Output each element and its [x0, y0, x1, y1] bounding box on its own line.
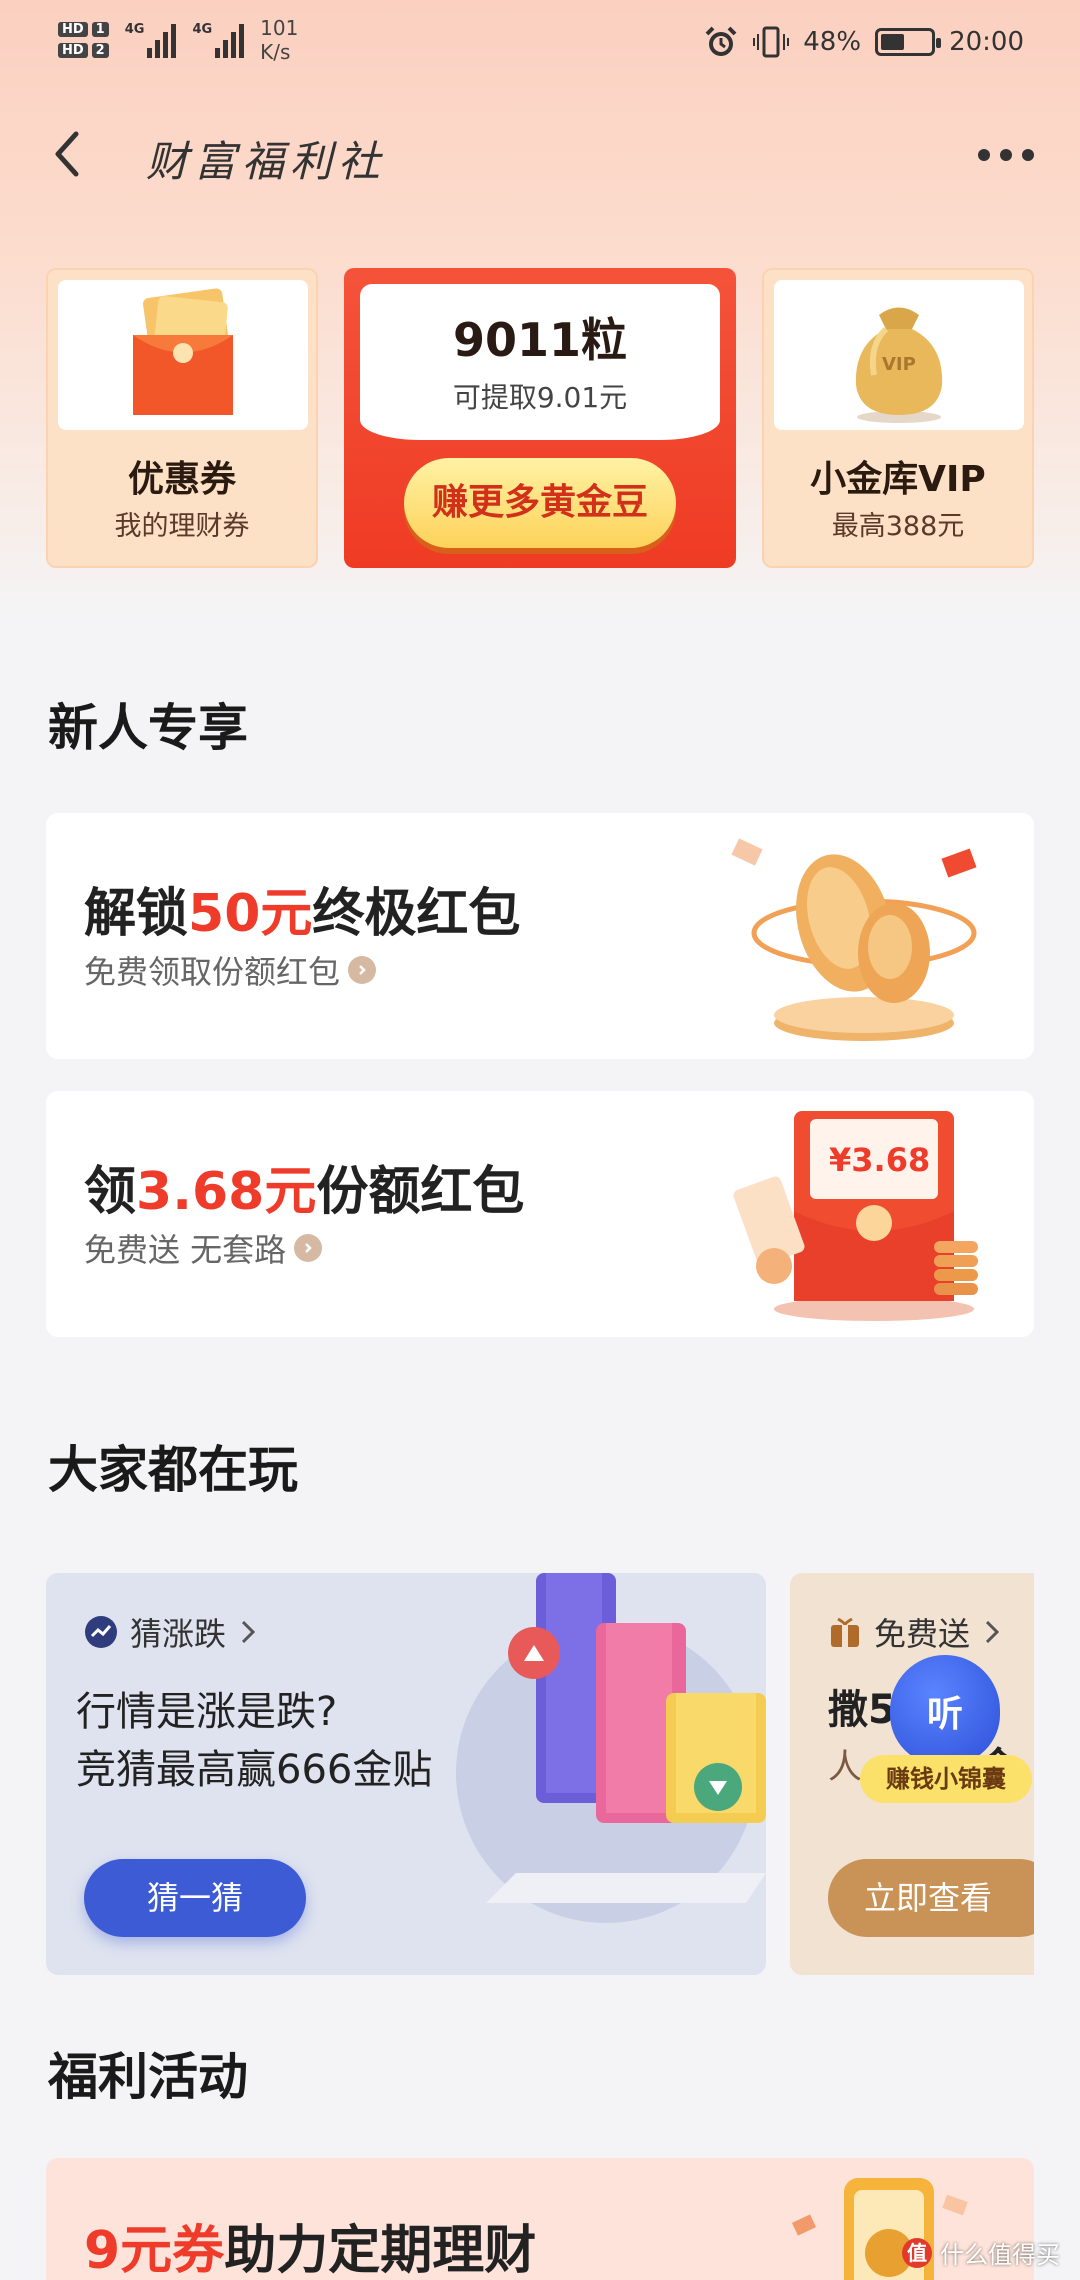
guess-line2: 竞猜最高赢666金贴	[76, 1747, 433, 1793]
watermark-logo-icon: 值	[902, 2237, 932, 2268]
free-gift-tag: 免费送	[828, 1609, 1002, 1655]
coupon-envelope-icon	[133, 288, 233, 415]
battery-fill	[881, 34, 905, 50]
app-header: 财富福利社	[0, 110, 1080, 200]
chevron-right-icon	[294, 1234, 323, 1262]
clock: 20:00	[949, 27, 1024, 57]
hd-indicators: HD 1 HD 2	[58, 22, 109, 58]
vibrate-icon	[753, 26, 790, 58]
free-gift-card[interactable]: 免费送 撒5黄金 人 听 赚钱小锦囊 立即查看	[790, 1573, 1034, 1975]
coupon-image	[58, 280, 308, 430]
status-left: HD 1 HD 2 4G 4G 101 K/s	[58, 16, 298, 64]
battery-icon	[875, 28, 942, 56]
status-right: 48% 20:00	[703, 24, 1024, 60]
network-speed: 101 K/s	[260, 16, 299, 64]
back-button[interactable]	[40, 124, 100, 184]
status-bar: HD 1 HD 2 4G 4G 101 K/s 48% 20:00	[0, 0, 1080, 90]
gold-beans-card[interactable]: 9011粒 可提取9.01元 赚更多黄金豆	[344, 268, 736, 568]
guess-tag: 猜涨跌	[84, 1609, 258, 1655]
alarm-icon	[705, 26, 737, 56]
listen-bag-icon: 听	[890, 1655, 1000, 1765]
guess-button[interactable]: 猜一猜	[84, 1859, 306, 1937]
svg-text:¥3.68: ¥3.68	[829, 1141, 930, 1179]
coupon-card[interactable]: 优惠券 我的理财券	[46, 268, 318, 568]
popular-section-title: 大家都在玩	[48, 1441, 298, 1499]
earn-more-beans-button[interactable]: 赚更多黄金豆	[404, 458, 676, 548]
watermark: 值 什么值得买	[902, 2235, 1060, 2270]
trend-icon	[85, 1616, 117, 1648]
vip-title: 小金库VIP	[810, 459, 986, 500]
more-dot-icon	[1022, 149, 1034, 161]
beans-count: 9011粒	[452, 313, 628, 367]
signal-icon-1: 4G	[125, 22, 177, 58]
battery-percent: 48%	[803, 27, 862, 57]
share-red-packet-card[interactable]: 领3.68元份额红包 免费送 无套路 ¥3.68	[46, 1091, 1034, 1337]
gift-icon	[831, 1617, 859, 1647]
beans-withdraw: 可提取9.01元	[452, 381, 628, 414]
newbie-section-title: 新人专享	[48, 699, 248, 757]
welfare-section-title: 福利活动	[48, 2048, 248, 2106]
tips-label: 赚钱小锦囊	[860, 1755, 1032, 1803]
gold-bag-icon: VIP	[855, 307, 943, 423]
page-title: 财富福利社	[146, 137, 387, 186]
card2-subtitle[interactable]: 免费送 无套路	[84, 1225, 323, 1271]
guess-trend-card[interactable]: 猜涨跌 行情是涨是跌? 竞猜最高赢666金贴 猜一猜	[46, 1573, 766, 1975]
vip-subtitle: 最高388元	[831, 511, 965, 542]
welfare-headline: 9元券助力定期理财	[84, 2221, 537, 2280]
chevron-right-icon	[348, 956, 377, 984]
chevron-right-icon	[985, 1620, 1000, 1644]
guess-line1: 行情是涨是跌?	[76, 1689, 338, 1735]
view-now-button[interactable]: 立即查看	[828, 1859, 1034, 1937]
coupon-activity-card[interactable]: 9元券助力定期理财	[46, 2158, 1034, 2280]
watermark-text: 什么值得买	[940, 2241, 1060, 2269]
coupon-title: 优惠券	[127, 459, 236, 500]
free-gift-line2: 人	[828, 1747, 862, 1787]
svg-text:VIP: VIP	[882, 354, 916, 375]
gold-bean-illustration	[731, 838, 977, 1041]
coupon-subtitle: 我的理财券	[114, 511, 250, 542]
card1-headline: 解锁50元终极红包	[84, 884, 521, 944]
more-dot-icon	[1000, 149, 1012, 161]
card2-headline: 领3.68元份额红包	[84, 1162, 525, 1222]
hd-badge-1: HD 1	[58, 22, 109, 37]
unlock-red-packet-card[interactable]: 解锁50元终极红包 免费领取份额红包	[46, 813, 1034, 1059]
chevron-right-icon	[241, 1620, 256, 1644]
more-options-button[interactable]	[966, 130, 1046, 180]
card1-subtitle[interactable]: 免费领取份额红包	[84, 947, 377, 993]
chevron-left-icon	[55, 131, 79, 177]
vip-image: VIP	[774, 280, 1024, 430]
hd-badge-2: HD 2	[58, 43, 109, 58]
tips-floating-badge[interactable]: 听 赚钱小锦囊	[860, 1655, 1032, 1805]
red-envelope-illustration: ¥3.68	[733, 1111, 978, 1321]
signal-icon-2: 4G	[192, 22, 245, 58]
vip-card[interactable]: VIP 小金库VIP 最高388元	[762, 268, 1034, 568]
more-dot-icon	[978, 149, 990, 161]
